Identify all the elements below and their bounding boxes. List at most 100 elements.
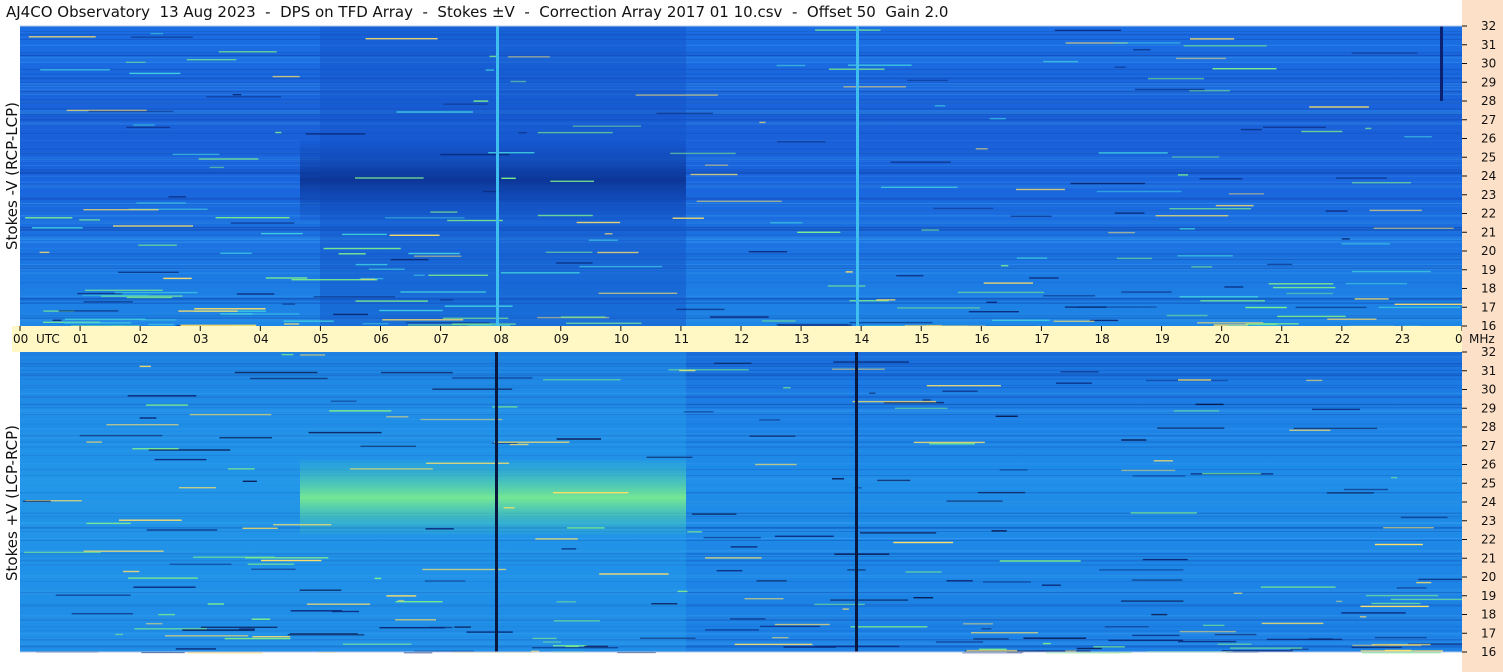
rfi-streak (182, 629, 255, 631)
rfi-streak (983, 282, 1033, 284)
y-tick-label: 32 (1481, 345, 1496, 359)
rfi-streak (1215, 204, 1254, 207)
rfi-streak (509, 443, 529, 446)
rfi-streak (125, 61, 146, 63)
rfi-streak (561, 548, 577, 550)
rfi-streak (1029, 277, 1059, 279)
rfi-streak (1343, 488, 1388, 491)
rfi-streak (386, 595, 417, 597)
rfi-streak (1309, 106, 1369, 108)
rfi-streak (1233, 592, 1243, 594)
rfi-streak (566, 527, 605, 529)
rfi-streak (1326, 492, 1374, 494)
rfi-streak (1383, 527, 1434, 529)
rfi-streak (776, 323, 849, 326)
rfi-streak (893, 541, 954, 544)
rfi-streak (783, 387, 791, 389)
rfi-streak (1365, 127, 1372, 130)
rfi-streak (1190, 38, 1235, 40)
rfi-streak (1230, 647, 1303, 649)
texture-line (20, 33, 1462, 36)
rfi-streak (1404, 136, 1432, 138)
rfi-streak (703, 536, 761, 539)
x-tick-label: 14 (854, 332, 869, 346)
rfi-streak (656, 112, 713, 115)
mhz-label: MHz (1469, 332, 1495, 346)
rfi-streak (1286, 292, 1334, 295)
rfi-streak (977, 491, 1026, 494)
rfi-streak (676, 308, 725, 311)
rfi-streak (1148, 77, 1204, 80)
rfi-streak (599, 573, 669, 575)
texture-line (20, 99, 1462, 101)
rfi-streak (420, 418, 503, 421)
rfi-streak (1000, 265, 1009, 267)
texture-line (20, 248, 1462, 249)
rfi-streak (1121, 439, 1147, 441)
rfi-streak (1108, 231, 1135, 234)
y-tick-label: 18 (1481, 282, 1496, 296)
texture-line (20, 31, 1462, 32)
rfi-streak (1351, 646, 1402, 649)
rfi-streak (968, 311, 1019, 313)
rfi-streak (281, 353, 294, 356)
rfi-streak (905, 571, 942, 573)
rfi-streak (414, 255, 462, 257)
rfi-streak (169, 563, 232, 565)
rfi-streak (1179, 228, 1195, 230)
rfi-streak (598, 292, 678, 294)
texture-line (20, 241, 1462, 243)
rfi-streak (797, 231, 841, 233)
rfi-streak (584, 645, 609, 648)
rfi-streak (200, 626, 278, 628)
rfi-streak (232, 94, 242, 96)
rfi-streak (913, 597, 934, 599)
rfi-streak (126, 126, 171, 129)
texture-line (20, 102, 1462, 104)
rfi-streak (194, 308, 266, 310)
rfi-streak (748, 251, 788, 253)
rfi-streak (690, 173, 738, 176)
rfi-streak (1077, 306, 1157, 308)
rfi-streak (428, 274, 488, 276)
rfi-streak (1200, 300, 1265, 302)
rfi-streak (118, 271, 179, 273)
rfi-streak (749, 435, 796, 437)
rfi-streak (473, 100, 489, 102)
rfi-streak (897, 307, 980, 309)
panel-top-ylabel: Stokes -V (RCP-LCP) (3, 102, 21, 250)
rfi-streak (971, 632, 1038, 634)
rfi-streak (1277, 315, 1346, 318)
rfi-streak (933, 207, 994, 210)
rfi-streak (1178, 174, 1189, 176)
rfi-streak (154, 458, 207, 461)
rfi-streak (989, 117, 1006, 120)
rfi-streak (734, 643, 813, 646)
texture-line (20, 229, 1462, 231)
x-tick-label: 00 (13, 332, 28, 346)
texture-line (20, 77, 1462, 80)
rfi-streak (1053, 320, 1095, 322)
rfi-streak (922, 399, 932, 401)
texture-line (20, 171, 1462, 173)
rfi-streak (425, 528, 454, 530)
y-tick-label: 29 (1481, 75, 1496, 89)
rfi-streak (677, 590, 688, 593)
texture-line (20, 108, 1462, 110)
rfi-streak (537, 214, 593, 217)
rfi-streak (1390, 598, 1467, 601)
rfi-streak (553, 492, 629, 494)
rfi-streak (252, 636, 291, 638)
rfi-streak (942, 390, 978, 392)
rfi-streak (1114, 212, 1145, 214)
rfi-streak (140, 319, 177, 321)
rfi-streak (553, 620, 600, 622)
rfi-streak (494, 441, 570, 443)
y-tick-label: 31 (1481, 364, 1496, 378)
rfi-streak (1396, 587, 1427, 589)
rfi-streak (991, 530, 1007, 532)
rfi-streak (834, 553, 890, 555)
rfi-streak (579, 265, 663, 268)
rfi-streak (172, 153, 220, 156)
rfi-streak (1359, 616, 1367, 618)
